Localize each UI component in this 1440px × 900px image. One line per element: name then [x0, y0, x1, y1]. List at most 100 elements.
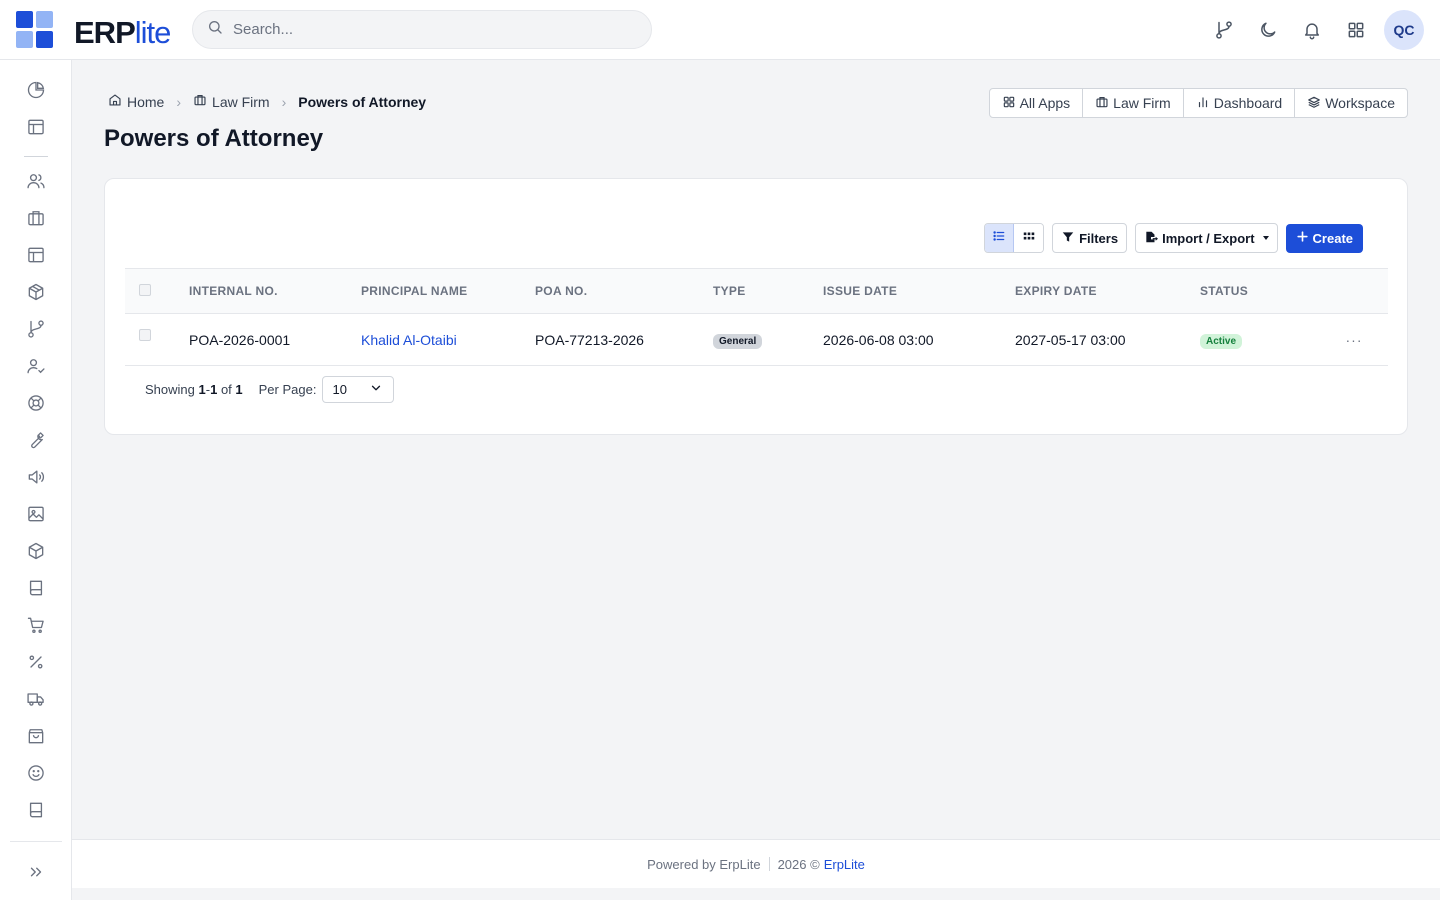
user-check-icon[interactable]	[24, 354, 48, 378]
logo-text-lite: lite	[134, 15, 172, 50]
sidebar-divider	[24, 156, 48, 157]
git-branch-icon[interactable]	[24, 317, 48, 341]
apps-grid-icon	[1002, 95, 1016, 112]
principal-name-link[interactable]: Khalid Al-Otaibi	[361, 332, 457, 348]
pie-chart-icon[interactable]	[24, 78, 48, 102]
table-header-row: INTERNAL NO. PRINCIPAL NAME POA NO. TYPE…	[125, 268, 1388, 314]
truck-icon[interactable]	[24, 687, 48, 711]
users-icon[interactable]	[24, 169, 48, 193]
plus-icon	[1296, 230, 1309, 246]
search-box[interactable]	[192, 10, 652, 49]
layers-icon	[1307, 95, 1321, 112]
column-header-poa-no[interactable]: POA NO.	[535, 269, 713, 314]
row-checkbox[interactable]	[139, 329, 151, 341]
per-page-value: 10	[332, 382, 347, 397]
column-header-issue-date[interactable]: ISSUE DATE	[823, 269, 1015, 314]
column-header-internal-no[interactable]: INTERNAL NO.	[189, 269, 361, 314]
cell-internal-no: POA-2026-0001	[189, 331, 291, 348]
logo-text-erp: ERP	[74, 15, 136, 50]
book-icon[interactable]	[24, 798, 48, 822]
lifebuoy-icon[interactable]	[24, 391, 48, 415]
per-page-select[interactable]: 10	[322, 376, 395, 403]
package-icon[interactable]	[24, 280, 48, 304]
all-apps-label: All Apps	[1019, 95, 1071, 111]
megaphone-icon[interactable]	[24, 465, 48, 489]
range-start: 1	[198, 382, 206, 397]
breadcrumb-law-firm-label: Law Firm	[212, 93, 270, 110]
app-links-group: All Apps Law Firm Dashboard Workspace	[988, 88, 1408, 118]
user-avatar[interactable]: QC	[1384, 10, 1424, 50]
layout-icon[interactable]	[24, 115, 48, 139]
book-icon[interactable]	[24, 576, 48, 600]
git-branch-icon[interactable]	[1204, 10, 1244, 50]
breadcrumb-home[interactable]: Home	[108, 93, 164, 110]
shopping-bag-icon[interactable]	[24, 724, 48, 748]
briefcase-icon[interactable]	[24, 206, 48, 230]
apps-grid-icon[interactable]	[1336, 10, 1376, 50]
total-count: 1	[235, 382, 243, 397]
grid-icon	[1022, 229, 1036, 248]
copyright-text: 2026 ©	[777, 856, 820, 872]
dashboard-label: Dashboard	[1213, 95, 1283, 111]
cart-icon[interactable]	[24, 613, 48, 637]
column-header-actions	[1320, 269, 1388, 314]
import-export-label: Import / Export	[1162, 230, 1255, 246]
status-badge: Active	[1200, 333, 1243, 349]
page-footer: Powered by ErpLite 2026 © ErpLite	[72, 839, 1440, 888]
breadcrumb-separator: ›	[281, 93, 287, 110]
search-icon	[207, 19, 223, 40]
briefcase-icon	[193, 93, 207, 110]
page-title: Powers of Attorney	[104, 125, 324, 152]
all-apps-link[interactable]: All Apps	[990, 89, 1084, 117]
cell-issue-date: 2026-06-08 03:00	[823, 331, 934, 348]
view-toggle	[984, 223, 1045, 253]
footer-divider	[768, 857, 770, 871]
import-export-button[interactable]: Import / Export	[1135, 223, 1278, 253]
records-table: INTERNAL NO. PRINCIPAL NAME POA NO. TYPE…	[125, 268, 1388, 366]
column-header-status[interactable]: STATUS	[1200, 269, 1320, 314]
grid-view-button[interactable]	[1014, 224, 1044, 252]
breadcrumb-law-firm[interactable]: Law Firm	[193, 93, 270, 110]
box-icon[interactable]	[24, 539, 48, 563]
layout-icon[interactable]	[24, 243, 48, 267]
showing-label: Showing	[145, 382, 195, 397]
wrench-icon[interactable]	[24, 428, 48, 452]
bell-icon[interactable]	[1292, 10, 1332, 50]
per-page-label: Per Page:	[258, 382, 317, 397]
column-header-type[interactable]: TYPE	[713, 269, 823, 314]
percent-icon[interactable]	[24, 650, 48, 674]
table-row[interactable]: POA-2026-0001 Khalid Al-Otaibi POA-77213…	[125, 314, 1388, 366]
create-label: Create	[1312, 230, 1353, 246]
sidebar-footer	[10, 841, 62, 900]
create-button[interactable]: Create	[1285, 223, 1363, 253]
dashboard-link[interactable]: Dashboard	[1184, 89, 1296, 117]
law-firm-label: Law Firm	[1113, 95, 1171, 111]
file-export-icon	[1144, 230, 1159, 247]
filter-icon	[1061, 230, 1075, 247]
type-badge: General	[713, 333, 763, 349]
image-icon[interactable]	[24, 502, 48, 526]
of-label: of	[220, 382, 232, 397]
column-header-principal-name[interactable]: PRINCIPAL NAME	[361, 269, 535, 314]
logo-text: ERPlite	[74, 15, 172, 51]
smile-icon[interactable]	[24, 761, 48, 785]
home-icon	[108, 93, 122, 110]
footer-brand-link[interactable]: ErpLite	[824, 857, 865, 872]
workspace-link[interactable]: Workspace	[1295, 89, 1407, 117]
moon-icon[interactable]	[1248, 10, 1288, 50]
chevron-down-icon	[369, 381, 383, 398]
select-all-checkbox[interactable]	[139, 283, 151, 296]
expand-sidebar-icon[interactable]	[24, 860, 48, 884]
breadcrumb-current: Powers of Attorney	[298, 93, 427, 110]
filters-button[interactable]: Filters	[1052, 223, 1128, 253]
law-firm-link[interactable]: Law Firm	[1083, 89, 1184, 117]
search-input[interactable]	[233, 21, 633, 38]
column-header-expiry-date[interactable]: EXPIRY DATE	[1015, 269, 1200, 314]
top-header: ERPlite QC	[0, 0, 1440, 60]
app-logo[interactable]: ERPlite	[16, 11, 171, 50]
list-view-button[interactable]	[985, 224, 1015, 252]
records-card: Filters Import / Export Create INTERNAL …	[104, 178, 1408, 435]
row-actions-menu[interactable]: ···	[1320, 314, 1388, 366]
breadcrumb: Home › Law Firm › Powers of Attorney	[108, 93, 426, 110]
header-actions: QC	[1204, 10, 1424, 50]
